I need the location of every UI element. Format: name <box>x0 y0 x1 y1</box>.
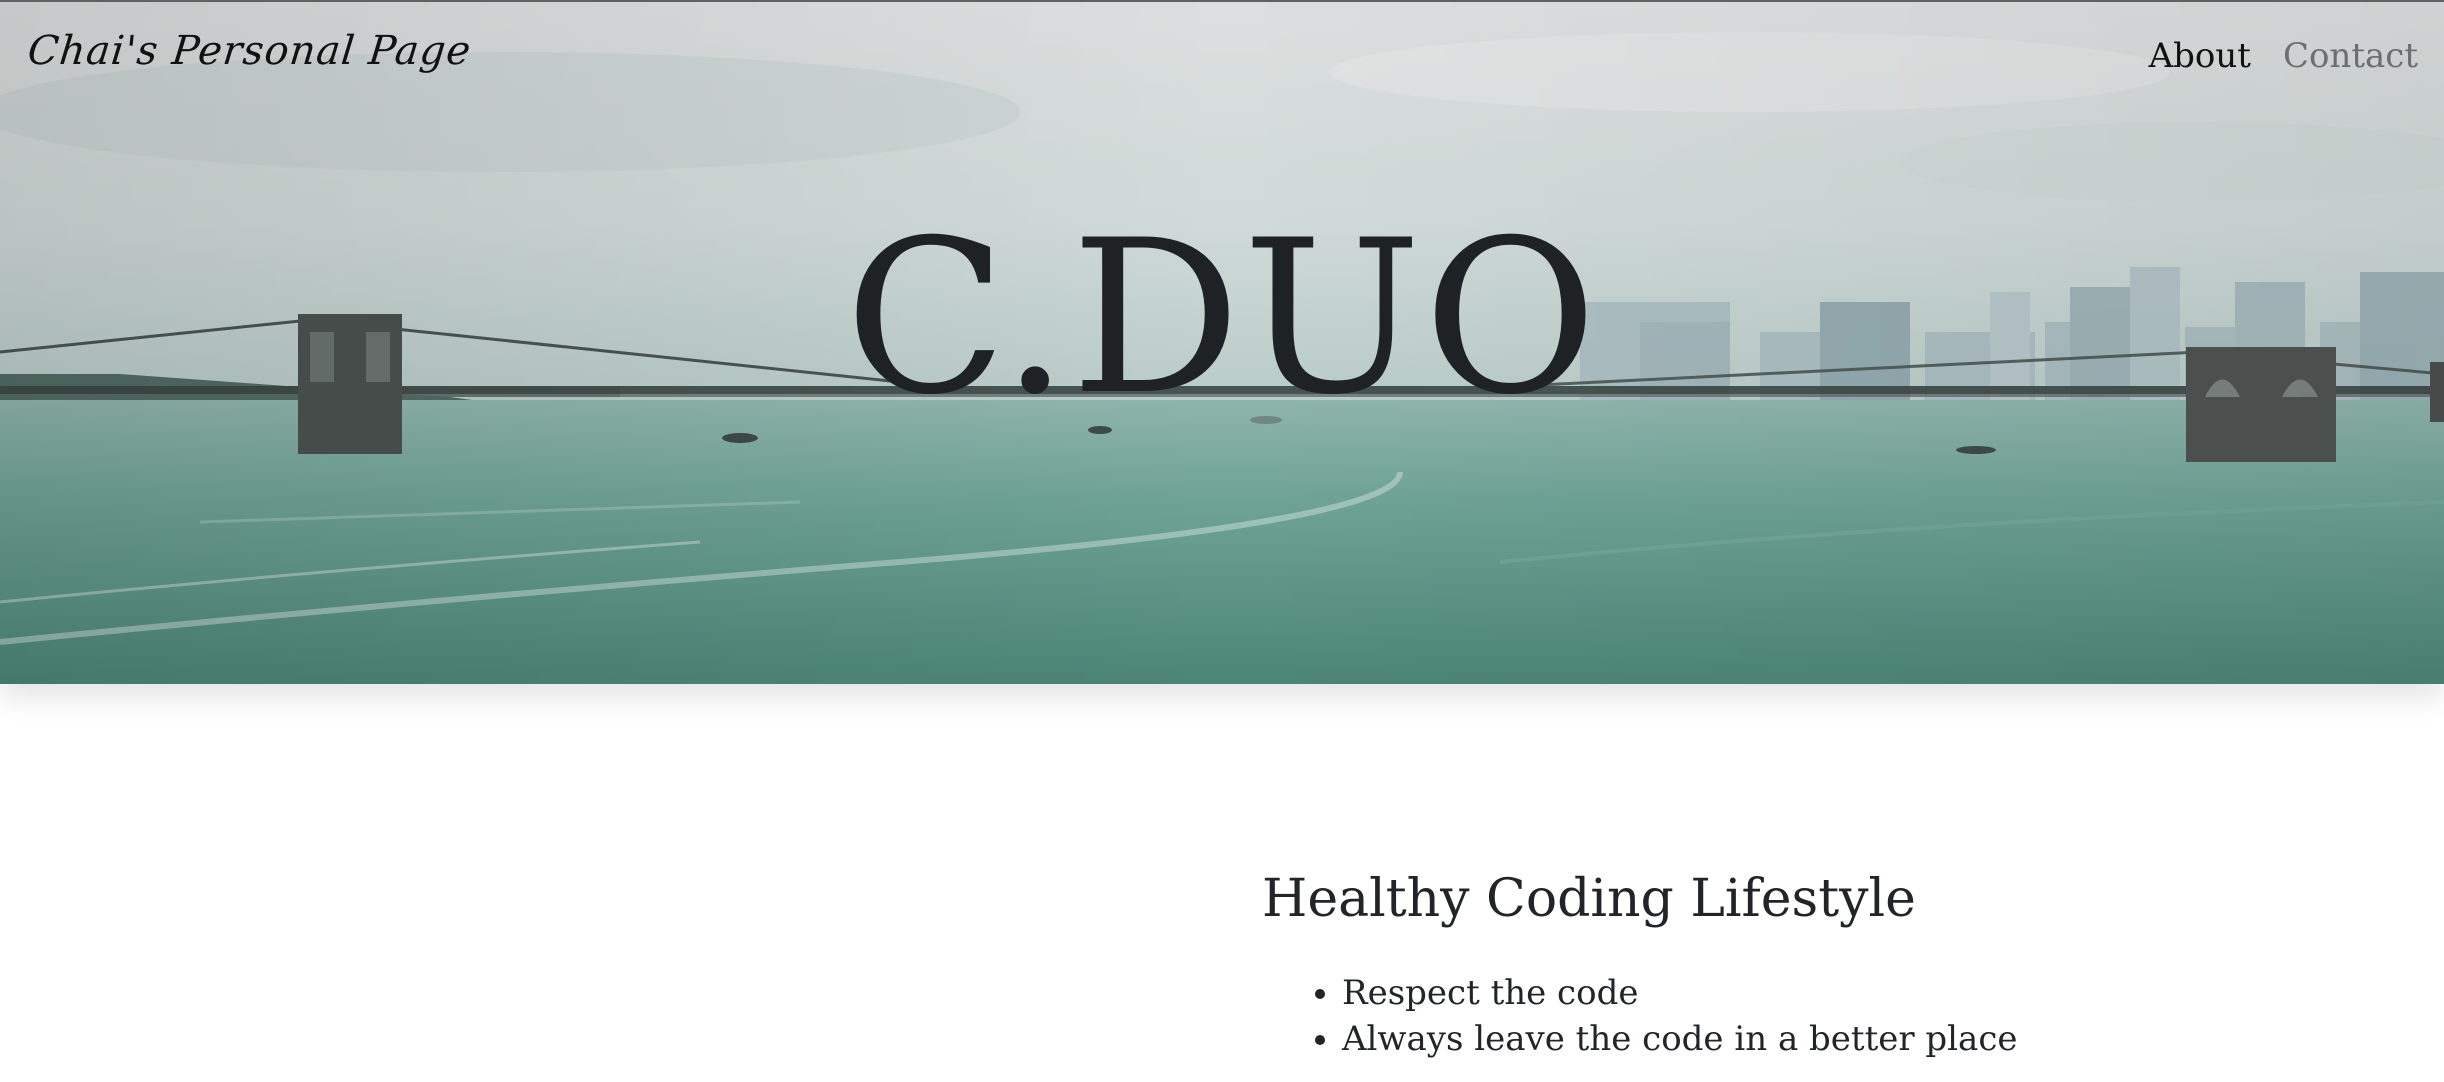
top-navbar: Chai's Personal Page About Contact <box>0 2 2444 112</box>
list-item: Always leave the code in a better place <box>1342 1016 2382 1062</box>
nav-links: About Contact <box>2149 36 2418 76</box>
list-item: Respect the code <box>1342 970 2382 1016</box>
hero-title: C.DUO <box>844 194 1600 441</box>
section-heading: Healthy Coding Lifestyle <box>1262 869 1916 929</box>
nav-link-about[interactable]: About <box>2149 36 2251 76</box>
brand-link[interactable]: Chai's Personal Page <box>26 28 474 74</box>
hero-header: Chai's Personal Page About Contact C.DUO <box>0 0 2444 684</box>
page: Chai's Personal Page About Contact C.DUO… <box>0 0 2444 1082</box>
lifestyle-list: Respect the code Always leave the code i… <box>1262 970 2382 1062</box>
nav-link-contact[interactable]: Contact <box>2283 36 2418 76</box>
main-content: Healthy Coding Lifestyle Respect the cod… <box>1262 868 2382 1062</box>
